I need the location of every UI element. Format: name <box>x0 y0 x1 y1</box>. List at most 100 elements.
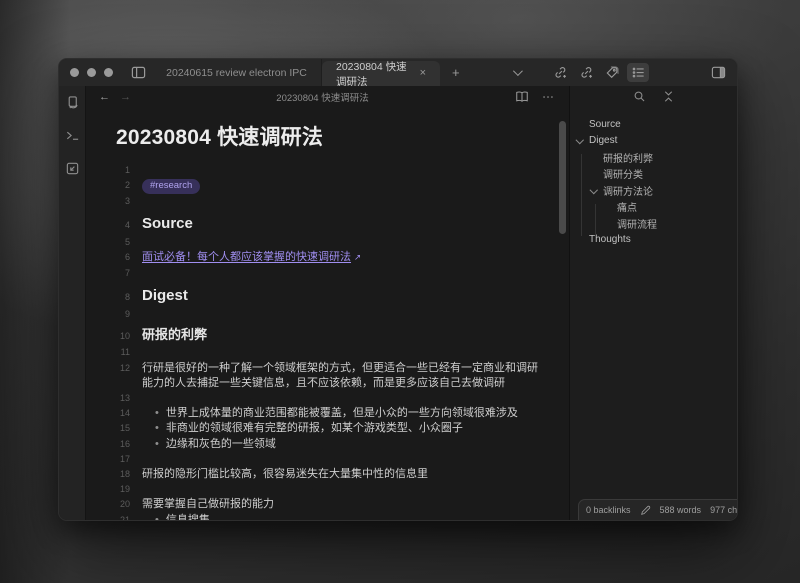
right-sidebar: Source Digest 研报的利弊调研分类调研方法论痛点调研流程Thoughts… <box>569 86 737 520</box>
outline-list-icon[interactable] <box>627 63 649 82</box>
outline-item[interactable]: 痛点 <box>570 199 737 216</box>
external-link[interactable]: 面试必备！每个人都应该掌握的快速调研法↗ <box>142 251 361 263</box>
tab-close-icon[interactable]: × <box>420 68 426 79</box>
file-switcher-icon[interactable] <box>65 95 80 115</box>
editor-line[interactable]: 9 <box>116 307 543 322</box>
tag-pill[interactable]: #research <box>142 179 200 194</box>
bullet-text: 信息搜集 <box>166 513 210 520</box>
tab-review-electron-ipc[interactable]: 20240615 review electron IPC <box>152 59 322 86</box>
new-tab-button[interactable]: + <box>440 59 472 86</box>
outline-item[interactable]: Digest <box>570 133 737 150</box>
forward-icon[interactable]: → <box>115 91 136 103</box>
editor-line[interactable]: 2 #research <box>116 178 543 194</box>
outline-item[interactable]: 调研流程 <box>570 215 737 232</box>
editor-line[interactable]: 10研报的利弊 <box>116 326 543 344</box>
collapse-all-icon[interactable] <box>662 90 675 108</box>
more-options-icon[interactable] <box>535 90 561 104</box>
line-number: 12 <box>116 361 130 376</box>
close-window-button[interactable] <box>70 68 79 77</box>
editor-lines: 12 #research 3 4Source 56面试必备！每个人都应该掌握的快速调研法… <box>116 163 543 520</box>
reading-view-icon[interactable] <box>509 90 535 104</box>
line-number: 3 <box>116 194 130 209</box>
chevron-down-icon[interactable] <box>576 136 584 144</box>
editor-line[interactable]: 15•非商业的领域很难有完整的研报，如某个游戏类型、小众圈子 <box>116 421 543 436</box>
line-number: 9 <box>116 307 130 322</box>
outline-item[interactable]: Source <box>570 116 737 133</box>
outline-tree: Source Digest 研报的利弊调研分类调研方法论痛点调研流程Thoughts <box>570 112 737 499</box>
editor-line[interactable]: 3 <box>116 194 543 209</box>
editor-line[interactable]: 18研报的隐形门槛比较高，很容易迷失在大量集中性的信息里 <box>116 467 543 482</box>
editor-line[interactable]: 1 <box>116 163 543 178</box>
panel-left-icon[interactable] <box>125 59 152 86</box>
app-window: 20240615 review electron IPC 20230804 快速… <box>58 58 738 521</box>
editor-line[interactable]: 14•世界上成体量的商业范围都能被覆盖，但是小众的一些方向领域很难涉及 <box>116 406 543 421</box>
outline-item[interactable]: 调研方法论 <box>570 182 737 199</box>
window-controls[interactable] <box>59 59 125 86</box>
editor-line[interactable]: 19 <box>116 482 543 497</box>
editor-line[interactable]: 17 <box>116 452 543 467</box>
outline-item-label: Digest <box>589 135 617 146</box>
bullet-icon: • <box>155 513 159 520</box>
titlebar-actions <box>505 59 737 86</box>
zoom-window-button[interactable] <box>104 68 113 77</box>
editor-line[interactable]: 8Digest <box>116 286 543 305</box>
minimize-window-button[interactable] <box>87 68 96 77</box>
outline-item-label: 调研分类 <box>603 166 643 181</box>
tab-label: 20240615 review electron IPC <box>166 67 307 79</box>
outline-item-label: 痛点 <box>617 199 637 214</box>
line-number: 16 <box>116 437 130 452</box>
character-count[interactable]: 977 characters <box>710 505 737 515</box>
view-header-title: 20230804 快速调研法 <box>136 90 509 104</box>
outline-header <box>570 86 737 112</box>
search-icon[interactable] <box>633 90 646 108</box>
terminal-icon[interactable] <box>65 128 80 148</box>
editor-scrollbar[interactable] <box>559 121 566 234</box>
external-link-icon: ↗ <box>354 250 361 265</box>
popout-window-icon[interactable] <box>65 161 80 181</box>
line-number: 5 <box>116 235 130 250</box>
word-count[interactable]: 588 words <box>660 505 702 515</box>
titlebar-spacer <box>472 59 505 86</box>
outline-item-label: 研报的利弊 <box>603 150 653 165</box>
outline-item-label: 调研方法论 <box>603 183 653 198</box>
editor-line[interactable]: 13 <box>116 391 543 406</box>
bullet-icon: • <box>155 437 159 452</box>
editor-line[interactable]: 7 <box>116 266 543 281</box>
chevron-down-icon[interactable] <box>505 63 527 82</box>
tab-bar: 20240615 review electron IPC 20230804 快速… <box>152 59 472 86</box>
editor-line[interactable]: 16 • 边缘和灰色的一些领域 <box>116 437 543 452</box>
line-number: 10 <box>116 329 130 344</box>
editor-line[interactable]: 11 <box>116 345 543 360</box>
editor-line[interactable]: 20需要掌握自己做研报的能力 <box>116 497 543 512</box>
tab-kuaisu-diaoyanfa[interactable]: 20230804 快速调研法 × <box>322 61 440 86</box>
outline-item[interactable]: 研报的利弊 <box>570 149 737 166</box>
editor-line[interactable]: 21•信息搜集 <box>116 513 543 520</box>
backlinks-count[interactable]: 0 backlinks <box>586 505 631 515</box>
bullet-text: 边缘和灰色的一些领域 <box>166 437 276 452</box>
back-icon[interactable]: ← <box>94 91 115 103</box>
insert-link-icon[interactable] <box>549 63 571 82</box>
line-number: 14 <box>116 406 130 421</box>
chevron-down-icon[interactable] <box>590 185 598 193</box>
markdown-editor[interactable]: 20230804 快速调研法 12 #research 3 4Source 56面试必备… <box>86 107 569 520</box>
line-number: 4 <box>116 218 130 233</box>
outline-item-label: Source <box>589 119 621 130</box>
line-number: 17 <box>116 452 130 467</box>
line-number: 18 <box>116 467 130 482</box>
editor-header: ← → 20230804 快速调研法 <box>86 86 569 107</box>
outline-item[interactable]: 调研分类 <box>570 166 737 183</box>
panel-right-icon[interactable] <box>707 63 729 82</box>
inline-title[interactable]: 20230804 快速调研法 <box>116 121 543 151</box>
tags-icon[interactable] <box>601 63 623 82</box>
line-number: 2 <box>116 178 130 193</box>
insert-embed-icon[interactable] <box>575 63 597 82</box>
editor-line[interactable]: 6面试必备！每个人都应该掌握的快速调研法↗ <box>116 250 543 265</box>
editor-line[interactable]: 4Source <box>116 214 543 233</box>
outline-item[interactable]: Thoughts <box>570 232 737 249</box>
line-number: 8 <box>116 290 130 305</box>
bullet-icon: • <box>155 421 159 436</box>
titlebar: 20240615 review electron IPC 20230804 快速… <box>59 59 737 86</box>
editor-line[interactable]: 5 <box>116 235 543 250</box>
status-bar: 0 backlinks 588 words 977 characters <box>578 499 737 520</box>
editor-line[interactable]: 12行研是很好的一种了解一个领域框架的方式，但更适合一些已经有一定商业和调研能力… <box>116 361 543 391</box>
